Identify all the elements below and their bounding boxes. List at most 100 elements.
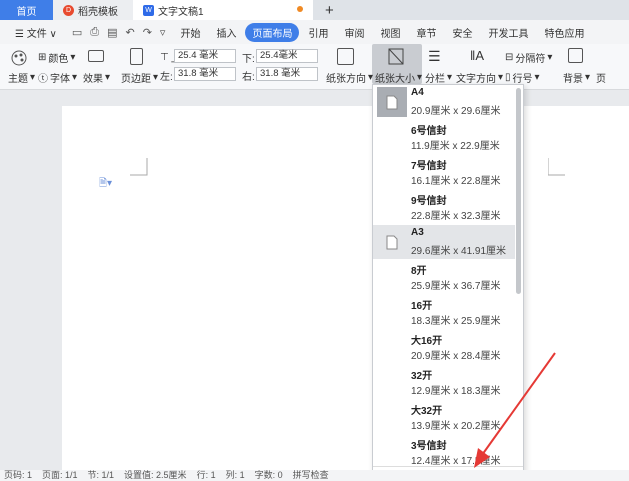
tab-home[interactable]: 首页 — [0, 0, 53, 20]
tab-templates-label: 稻壳模板 — [78, 6, 118, 18]
text-direction-icon[interactable]: ‖A — [470, 48, 484, 63]
docer-logo-icon: D — [63, 4, 74, 16]
text-direction-button[interactable]: 文字方向 ▾ — [456, 70, 503, 85]
orientation-button[interactable]: 纸张方向 ▾ — [326, 70, 373, 85]
paper-size-icon[interactable] — [388, 48, 404, 65]
text-direction-label: 文字方向 — [456, 74, 496, 85]
menu-insert[interactable]: 插入 — [209, 23, 243, 42]
paper-option-name: 32开 — [411, 371, 433, 382]
margin-corner-top-right — [548, 158, 565, 176]
undo-icon[interactable]: ↶ — [125, 26, 134, 39]
color-grid-icon: ⊞ — [38, 52, 47, 63]
menu-sections[interactable]: 章节 — [409, 23, 443, 42]
line-number-icon: ▯ — [505, 72, 511, 83]
redo-icon[interactable]: ↷ — [143, 26, 152, 39]
menu-page-layout[interactable]: 页面布局 — [245, 22, 300, 42]
bottom-margin-input[interactable]: 25.4毫米 — [256, 49, 318, 63]
bottom-label-text: 下: — [242, 54, 255, 65]
paper-size-button[interactable]: 纸张大小 ▾ — [375, 70, 422, 85]
orientation-icon[interactable] — [337, 48, 354, 65]
menu-developer[interactable]: 开发工具 — [481, 23, 535, 42]
columns-label: 分栏 — [425, 74, 445, 85]
effect-button[interactable]: 效果 ▾ — [83, 70, 110, 85]
top-margin-icon: ⊤ — [160, 52, 169, 63]
paper-option-16k[interactable]: 16开 18.3厘米 x 25.9厘米 — [373, 295, 515, 329]
spell-check-button[interactable]: 拼写检查 — [293, 470, 329, 481]
paper-option-8k[interactable]: 8开 25.9厘米 x 36.7厘米 — [373, 260, 515, 294]
effect-label: 效果 — [83, 74, 103, 85]
paper-size-label: 纸张大小 — [375, 74, 415, 85]
paper-option-a3[interactable]: A3 29.6厘米 x 41.91厘米 — [373, 225, 515, 259]
right-label-text: 右: — [242, 72, 255, 83]
print-icon[interactable]: ▤ — [107, 26, 117, 39]
new-tab-button[interactable]: + — [313, 0, 346, 20]
font-button[interactable]: ⓣ 字体 ▾ — [38, 70, 77, 85]
menu-review[interactable]: 审阅 — [337, 23, 371, 42]
separator-icon: ⊟ — [505, 52, 514, 63]
separator-button[interactable]: ⊟ 分隔符 ▾ — [505, 50, 552, 65]
paper-option-dims: 11.9厘米 x 22.9厘米 — [411, 141, 500, 152]
tab-templates[interactable]: D 稻壳模板 — [53, 0, 133, 20]
customize-icon[interactable]: ▿ — [160, 26, 166, 39]
line-number-label: 行号 — [512, 74, 533, 85]
margins-button[interactable]: 页边距 ▾ — [121, 70, 158, 85]
margins-label: 页边距 — [121, 74, 151, 85]
status-pages: 页面: 1/1 — [42, 470, 78, 480]
background-button[interactable]: 背景 ▾ — [563, 70, 590, 85]
line-number-button[interactable]: ▯ 行号 ▾ — [505, 70, 540, 85]
status-page: 页码: 1 — [4, 470, 33, 480]
tab-bar: 首页 D 稻壳模板 W 文字文稿1 + — [0, 0, 629, 20]
left-label-text: 左: — [160, 72, 173, 83]
paper-option-name: A4 — [411, 87, 424, 98]
theme-icon[interactable] — [10, 50, 28, 66]
paper-option-a4[interactable]: A4 20.9厘米 x 29.6厘米 — [373, 85, 515, 119]
quick-access: ▭ ⎙ ▤ ↶ ↷ ▿ — [72, 26, 166, 39]
right-margin-label: 右: — [242, 68, 255, 83]
menu-security[interactable]: 安全 — [445, 23, 479, 42]
columns-icon[interactable]: ☰ — [428, 48, 441, 65]
top-margin-input[interactable]: 25.4 毫米 — [174, 49, 236, 63]
status-bar: 页码: 1 页面: 1/1 节: 1/1 设置值: 2.5厘米 行: 1 列: … — [0, 470, 629, 481]
print-preview-icon[interactable]: ⎙ — [90, 26, 99, 39]
paper-option-dims: 16.1厘米 x 22.8厘米 — [411, 176, 501, 187]
paper-option-name: 9号信封 — [411, 196, 447, 207]
menu-references[interactable]: 引用 — [301, 23, 335, 42]
writer-logo-icon: W — [143, 4, 154, 16]
tab-home-label: 首页 — [16, 6, 37, 18]
paper-option-name: 7号信封 — [411, 161, 447, 172]
paper-option-envelope-9[interactable]: 9号信封 22.8厘米 x 32.3厘米 — [373, 190, 515, 224]
save-icon[interactable]: ▭ — [72, 26, 82, 39]
tab-document[interactable]: W 文字文稿1 — [133, 0, 313, 20]
text-direction-glyph-icon: ‖A — [470, 48, 485, 63]
paper-option-name: 大16开 — [411, 336, 443, 347]
file-menu[interactable]: ☰ 文件 ∨ — [8, 23, 64, 42]
page-icon — [377, 227, 407, 257]
paper-option-name: 8开 — [411, 266, 427, 277]
theme-button[interactable]: 主题 ▾ — [8, 70, 35, 85]
right-margin-input[interactable]: 31.8 毫米 — [256, 67, 318, 81]
status-settings: 设置值: 2.5厘米 — [124, 470, 187, 480]
background-label: 背景 — [563, 74, 583, 85]
status-section: 节: 1/1 — [87, 470, 115, 480]
columns-glyph-icon: ☰ — [428, 48, 441, 64]
paragraph-marker-icon[interactable]: 🗎▾ — [99, 176, 112, 193]
page-border-button[interactable]: 页 — [596, 70, 606, 85]
margin-corner-top-left — [130, 158, 148, 176]
left-margin-input[interactable]: 31.8 毫米 — [174, 67, 236, 81]
margins-icon[interactable] — [130, 48, 143, 65]
columns-button[interactable]: 分栏 ▾ — [425, 70, 452, 85]
background-icon[interactable] — [568, 48, 583, 63]
menu-start[interactable]: 开始 — [173, 23, 207, 42]
paper-option-envelope-6[interactable]: 6号信封 11.9厘米 x 22.9厘米 — [373, 120, 515, 154]
background-glyph-icon — [568, 48, 583, 63]
orientation-label: 纸张方向 — [326, 74, 366, 85]
menu-features[interactable]: 特色应用 — [537, 23, 591, 42]
paper-option-envelope-7[interactable]: 7号信封 16.1厘米 x 22.8厘米 — [373, 155, 515, 189]
status-row: 行: 1 — [196, 470, 216, 480]
color-button[interactable]: ⊞ 颜色 ▾ — [38, 50, 75, 65]
paper-option-name: 3号信封 — [411, 441, 447, 452]
dropdown-scrollbar[interactable] — [516, 88, 521, 294]
separator-label: 分隔符 — [515, 54, 546, 65]
menu-view[interactable]: 视图 — [373, 23, 407, 42]
page-setup-icon[interactable] — [88, 50, 104, 62]
